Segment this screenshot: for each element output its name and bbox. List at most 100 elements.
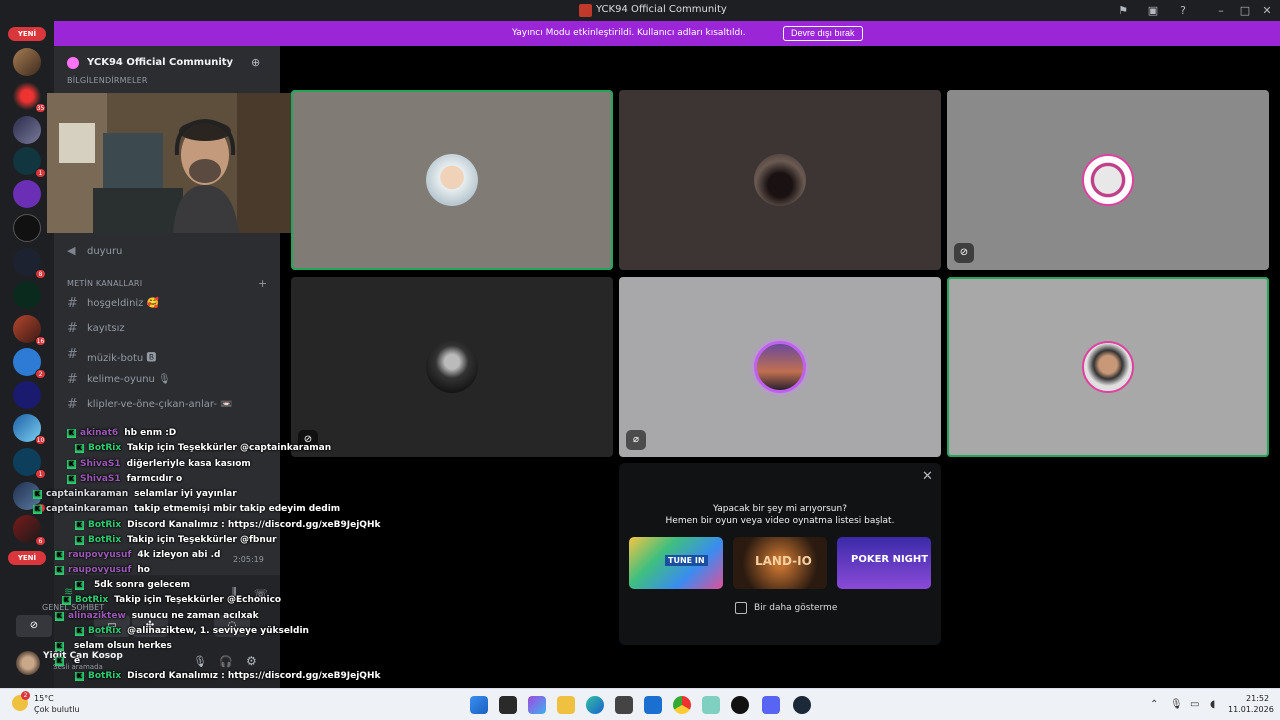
kick-badge-icon: K: [75, 672, 84, 681]
voice-timer: 2:05:19: [233, 555, 264, 564]
server-icon[interactable]: [13, 48, 41, 76]
channel-label: kayıtsız: [87, 323, 125, 334]
network-icon[interactable]: ▭: [1190, 699, 1199, 710]
chat-text: Takip için Teşekkürler @captainkaraman: [127, 443, 332, 453]
mention-badge: 2: [35, 369, 46, 379]
promo-close-icon[interactable]: ✕: [922, 469, 933, 484]
server-icon[interactable]: [13, 281, 41, 309]
chat-message: K BotRix Discord Kanalımız : https://disco…: [75, 520, 380, 530]
help-icon[interactable]: ?: [1176, 4, 1190, 17]
channel-label: duyuru: [87, 246, 123, 257]
activity-card-title: TUNE IN: [665, 555, 708, 566]
server-icon[interactable]: [13, 214, 41, 242]
kick-badge-icon: K: [75, 536, 84, 545]
participant-tile[interactable]: ⊘: [291, 277, 613, 457]
minimize-icon[interactable]: –: [1214, 4, 1228, 17]
clock-time[interactable]: 21:52: [1246, 694, 1269, 703]
channel-muzik-botu[interactable]: # müzik-botu 🅱: [64, 344, 270, 366]
hash-icon: #: [67, 321, 78, 336]
server-icon[interactable]: 1: [13, 147, 46, 178]
clock-date[interactable]: 11.01.2026: [1228, 705, 1274, 714]
chat-message: Ke: [55, 656, 80, 666]
store-icon[interactable]: [615, 696, 633, 714]
steam-icon[interactable]: [793, 696, 811, 714]
discord-icon[interactable]: [762, 696, 780, 714]
camera-button[interactable]: ⊘: [16, 615, 52, 637]
microphone-icon[interactable]: 🎙: [193, 655, 207, 668]
tray-chevron-icon[interactable]: ⌃: [1150, 699, 1158, 710]
server-header[interactable]: YCK94 Official Community ⊕: [54, 46, 280, 80]
chat-username: akinat6: [80, 428, 119, 438]
server-icon[interactable]: 10: [13, 414, 46, 445]
participant-tile[interactable]: [947, 277, 1269, 457]
avatar[interactable]: [16, 651, 40, 675]
participant-tile[interactable]: ⊘: [947, 90, 1269, 270]
settings-gear-icon[interactable]: ⚙: [246, 654, 257, 668]
chat-message: K BotRix Takip için Teşekkürler @fbnur: [75, 535, 277, 545]
server-icon[interactable]: 2: [13, 348, 46, 379]
channel-kelime-oyunu[interactable]: # kelime-oyunu 🎙: [64, 369, 270, 391]
chat-text: farmcıdır o: [126, 474, 183, 484]
chat-username: alinaziktew: [68, 611, 126, 621]
server-icon[interactable]: [13, 180, 41, 208]
kick-badge-icon: K: [33, 505, 42, 514]
server-icon[interactable]: [13, 381, 41, 409]
server-icon[interactable]: 6: [13, 515, 46, 546]
chrome-icon[interactable]: [673, 696, 691, 714]
copilot-icon[interactable]: [528, 696, 546, 714]
chat-message: Kraupovyusuf 4k izleyon abi .d: [55, 550, 220, 560]
mention-badge: 1: [35, 168, 46, 178]
outlook-icon[interactable]: [644, 696, 662, 714]
headphones-icon[interactable]: 🎧: [219, 655, 233, 668]
activity-promo-card: ✕ Yapacak bir şey mi arıyorsun? Hemen bi…: [619, 463, 941, 645]
hash-icon: #: [67, 372, 78, 387]
server-icon[interactable]: 8: [13, 248, 46, 279]
channel-klipler[interactable]: # klipler-ve-öne-çıkan-anlar- 📼: [64, 394, 270, 416]
chat-text: @alinaziktew, 1. seviyeye yükseldin: [127, 626, 309, 636]
activity-card-poker[interactable]: POKER NIGHT: [837, 537, 931, 589]
weather-alert-badge: 2: [21, 691, 30, 700]
kick-badge-icon: K: [67, 460, 76, 469]
disable-streamer-mode-button[interactable]: Devre dışı bırak: [783, 26, 863, 41]
participant-tile[interactable]: [619, 90, 941, 270]
start-icon[interactable]: [470, 696, 488, 714]
channel-duyuru[interactable]: ◀ duyuru: [64, 241, 270, 263]
mic-muted-icon: ⌀: [626, 430, 646, 450]
server-icon[interactable]: 1: [13, 448, 46, 479]
channel-kayitsiz[interactable]: # kayıtsız: [64, 318, 270, 340]
chat-text: Takip için Teşekkürler @fbnur: [127, 535, 277, 545]
obs-icon[interactable]: [731, 696, 749, 714]
screen-icon[interactable]: ▣: [1146, 4, 1160, 17]
microphone-tray-icon[interactable]: 🎙: [1170, 699, 1183, 710]
maximize-icon[interactable]: □: [1238, 4, 1252, 17]
activity-card-tunein[interactable]: TUNE IN: [629, 537, 723, 589]
server-icon[interactable]: [13, 116, 41, 144]
file-explorer-icon[interactable]: [557, 696, 575, 714]
participant-tile[interactable]: [291, 90, 613, 270]
dont-show-again-checkbox[interactable]: [735, 602, 747, 614]
activity-card-landio[interactable]: LAND-IO: [733, 537, 827, 589]
invite-icon[interactable]: ⊕: [251, 56, 265, 70]
edge-icon[interactable]: [586, 696, 604, 714]
channel-hosgeldiniz[interactable]: # hoşgeldiniz 🥰: [64, 293, 270, 315]
activity-card-title: LAND-IO: [755, 554, 812, 568]
volume-icon[interactable]: ◖: [1210, 699, 1215, 710]
server-icon[interactable]: 16: [13, 315, 46, 346]
weather-temperature: 15°C: [34, 694, 54, 703]
new-servers-badge[interactable]: YENİ: [8, 27, 46, 41]
task-view-icon[interactable]: [499, 696, 517, 714]
app-icon[interactable]: [702, 696, 720, 714]
chat-message: K BotRix @alinaziktew, 1. seviyeye yükseld…: [75, 626, 309, 636]
chat-text: e: [74, 656, 81, 666]
new-servers-badge[interactable]: YENİ: [8, 551, 46, 565]
server-icon[interactable]: 35: [13, 82, 46, 113]
kick-badge-icon: K: [55, 612, 64, 621]
category-text-channels[interactable]: METİN KANALLARI: [67, 279, 142, 288]
chat-username: captainkaraman: [46, 504, 129, 514]
participant-tile[interactable]: ⌀: [619, 277, 941, 457]
category-info[interactable]: BİLGİLENDİRMELER: [67, 76, 148, 85]
add-channel-icon[interactable]: +: [258, 277, 267, 290]
mention-badge: 8: [35, 269, 46, 279]
inbox-icon[interactable]: ⚑: [1116, 4, 1130, 17]
close-window-icon[interactable]: ✕: [1260, 4, 1274, 17]
